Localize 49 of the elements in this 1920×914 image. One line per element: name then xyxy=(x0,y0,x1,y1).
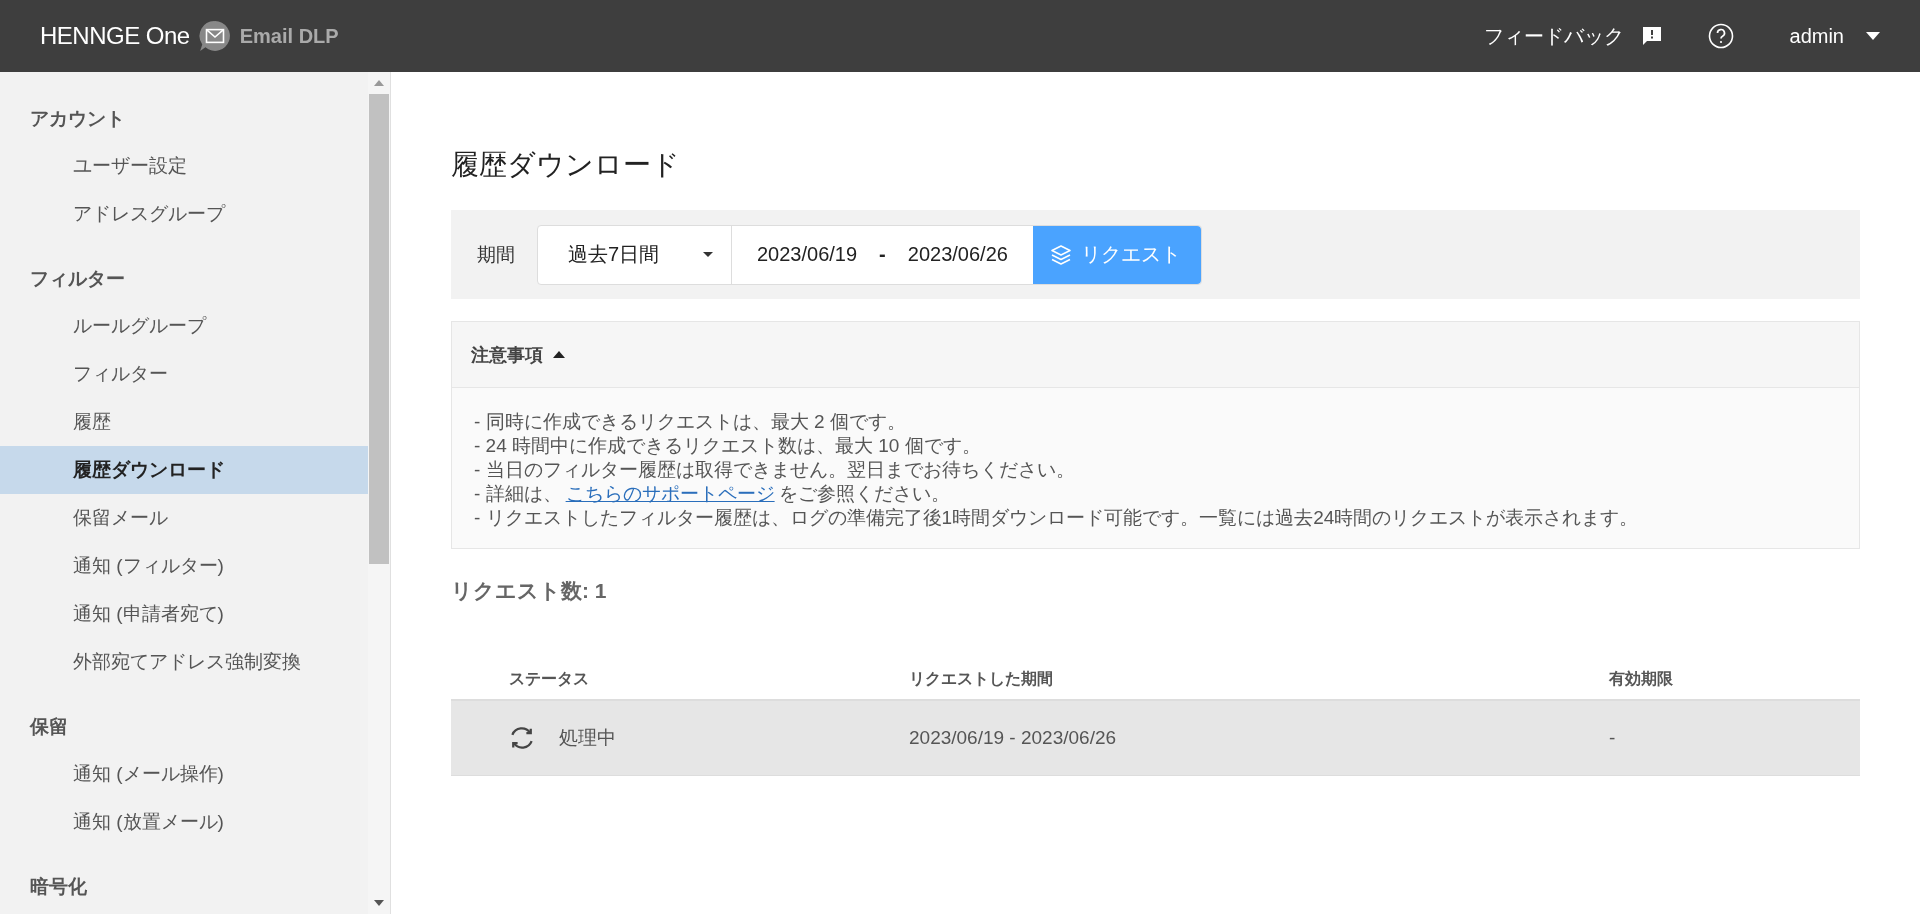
sidebar-section-title: フィルター xyxy=(29,267,126,291)
notice-line: - 当日のフィルター履歴は取得できません。翌日までお待ちください。 xyxy=(474,458,1076,482)
date-separator: - xyxy=(879,243,886,266)
product-name: Email DLP xyxy=(239,24,339,48)
notice-line: - 24 時間中に作成できるリクエスト数は、最大 10 個です。 xyxy=(474,434,982,458)
sidebar-item[interactable]: 通知 (申請者宛て) xyxy=(0,590,368,638)
sidebar-section-title: 保留 xyxy=(28,715,69,739)
status-text: 処理中 xyxy=(559,726,616,750)
scroll-down-icon[interactable] xyxy=(374,900,384,906)
support-page-link[interactable]: こちらのサポートページ xyxy=(565,483,775,504)
end-date-field[interactable]: 2023/06/26 xyxy=(907,243,1008,266)
notice-line: - リクエストしたフィルター履歴は、ログの準備完了後1時間ダウンロード可能です。一覧には過去24時間のリクエストが表示されます。 xyxy=(474,506,1640,530)
start-date-field[interactable]: 2023/06/19 xyxy=(757,243,858,266)
sidebar-item[interactable]: ユーザー設定 xyxy=(0,142,368,190)
period-label: 期間 xyxy=(477,242,515,267)
column-header: ステータス xyxy=(508,668,590,689)
notice-line: - 詳細は、 こちらのサポートページ をご参照ください。 xyxy=(474,482,951,506)
sidebar-item[interactable]: 通知 (フィルター) xyxy=(0,542,368,590)
caret-icon xyxy=(553,351,565,358)
notice-toggle[interactable]: 注意事項 xyxy=(452,322,1859,388)
scrollbar-thumb[interactable] xyxy=(369,94,389,564)
user-menu[interactable]: admin xyxy=(1789,24,1880,48)
request-count: リクエスト数: 1 xyxy=(451,578,608,604)
layers-icon xyxy=(1048,242,1073,267)
sidebar-item[interactable]: 通知 (メール操作) xyxy=(0,750,368,798)
sidebar-item[interactable]: フィルター xyxy=(0,350,368,398)
column-header: リクエストした期間 xyxy=(909,668,1054,689)
table-cell-text: 2023/06/19 - 2023/06/26 xyxy=(909,727,1118,749)
period-dropdown[interactable]: 過去7日間 xyxy=(538,225,732,284)
caret-icon xyxy=(1866,32,1880,40)
logo[interactable]: HENNGE One xyxy=(40,22,190,50)
table-cell: - xyxy=(1609,727,1616,749)
scroll-up-icon[interactable] xyxy=(374,80,384,86)
column-header: 有効期限 xyxy=(1609,668,1673,689)
caret-icon xyxy=(703,252,713,257)
sidebar-item[interactable]: 通知 (放置メール) xyxy=(0,798,368,846)
sidebar-item[interactable]: 外部宛てアドレス強制変換 xyxy=(0,638,368,686)
sidebar-item[interactable]: 履歴ダウンロード xyxy=(0,446,368,494)
page-title: 履歴ダウンロード xyxy=(451,148,681,182)
sidebar-item[interactable]: ルールグループ xyxy=(0,302,368,350)
sidebar-section-title: 暗号化 xyxy=(29,875,88,899)
sidebar-section-title: アカウント xyxy=(29,107,126,131)
help-icon[interactable] xyxy=(1707,23,1734,49)
sidebar-item[interactable]: 履歴 xyxy=(0,398,368,446)
sidebar-item[interactable]: 保留メール xyxy=(0,494,368,542)
mail-bubble-icon xyxy=(197,19,232,53)
feedback-button[interactable]: フィードバック xyxy=(1483,22,1664,50)
notice-line: - 同時に作成できるリクエストは、最大 2 個です。 xyxy=(474,410,907,434)
sidebar-item[interactable]: アドレスグループ xyxy=(0,190,368,238)
